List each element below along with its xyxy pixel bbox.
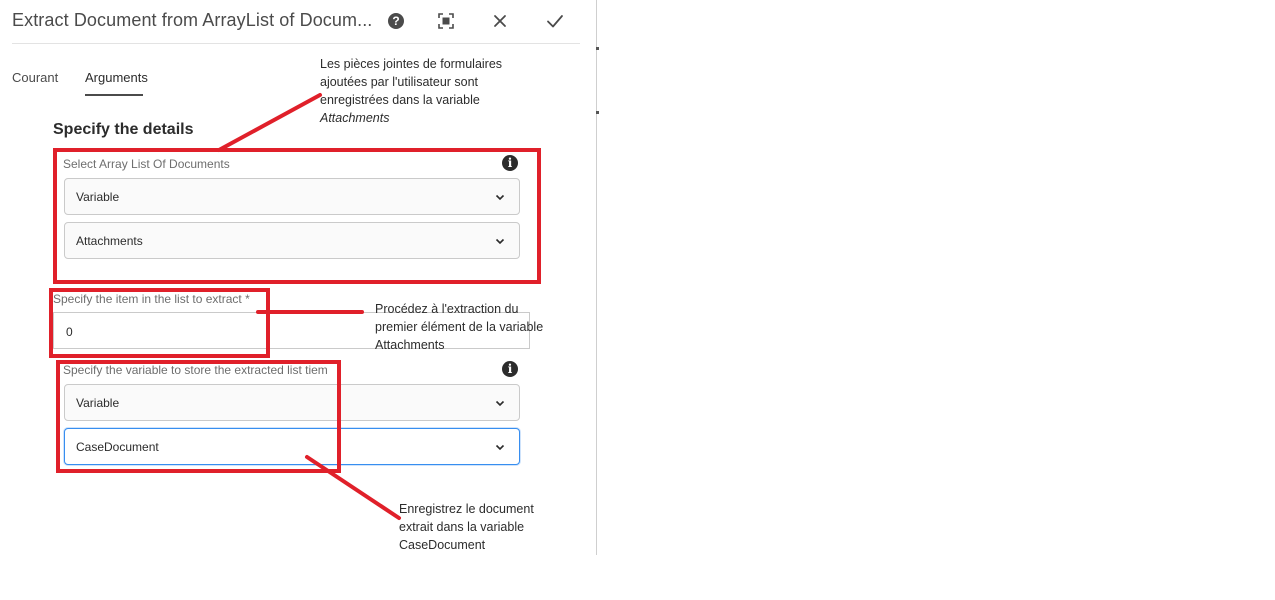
store-variable-mode-select[interactable]: Variable [64, 384, 520, 421]
fullscreen-icon-glyph [438, 13, 454, 29]
close-icon[interactable] [490, 11, 510, 31]
chevron-down-icon [495, 238, 505, 245]
store-variable-label: Specify the variable to store the extrac… [63, 363, 328, 377]
fullscreen-icon[interactable] [436, 11, 456, 31]
help-icon-glyph: ? [388, 13, 404, 29]
dialog-title: Extract Document from ArrayList of Docum… [12, 10, 373, 30]
chevron-down-icon [495, 400, 505, 407]
store-note: Enregistrez le document extrait dans la … [399, 500, 534, 554]
store-variable-name-select[interactable]: CaseDocument [64, 428, 520, 465]
note-line: Attachments [320, 111, 390, 125]
store-variable-mode-value: Variable [76, 396, 120, 410]
checkmark-icon-glyph [547, 15, 563, 28]
tab-courant[interactable]: Courant [12, 70, 58, 85]
divider-mark [596, 47, 599, 50]
section-title: Specify the details [53, 121, 194, 138]
attachments-note: Les pièces jointes de formulaires ajouté… [320, 55, 502, 127]
close-icon-glyph [494, 15, 506, 27]
note-line: enregistrées dans la variable [320, 93, 480, 107]
chevron-down-icon [495, 194, 505, 201]
tab-arguments[interactable]: Arguments [85, 70, 148, 85]
checkmark-icon[interactable] [545, 11, 565, 31]
info-icon[interactable]: i [502, 361, 518, 377]
note-line: premier élément de la variable [375, 320, 544, 334]
note-line: Attachments [375, 338, 445, 352]
array-list-variable-value: Attachments [76, 234, 143, 248]
extract-note: Procédez à l'extraction du premier éléme… [375, 300, 543, 354]
array-list-mode-select[interactable]: Variable [64, 178, 520, 215]
note-line: Procédez à l'extraction du [375, 302, 519, 316]
active-tab-indicator [85, 94, 143, 96]
note-line: Enregistrez le document [399, 502, 534, 516]
help-icon[interactable]: ? [386, 11, 406, 31]
dialog-panel: Extract Document from ArrayList of Docum… [0, 0, 597, 555]
note-line: CaseDocument [399, 538, 486, 552]
item-index-label: Specify the item in the list to extract … [53, 292, 250, 306]
note-line: ajoutées par l'utilisateur sont [320, 75, 479, 89]
item-index-value: 0 [66, 325, 73, 339]
array-list-mode-value: Variable [76, 190, 120, 204]
info-icon[interactable]: i [502, 155, 518, 171]
header-divider [12, 43, 580, 44]
divider-mark [596, 111, 599, 114]
chevron-down-icon [495, 444, 505, 451]
note-line: Les pièces jointes de formulaires [320, 57, 503, 71]
array-list-variable-select[interactable]: Attachments [64, 222, 520, 259]
note-line: extrait dans la variable [399, 520, 525, 534]
array-list-label: Select Array List Of Documents [63, 157, 230, 171]
store-variable-name-value: CaseDocument [76, 440, 159, 454]
svg-text:?: ? [392, 14, 399, 28]
